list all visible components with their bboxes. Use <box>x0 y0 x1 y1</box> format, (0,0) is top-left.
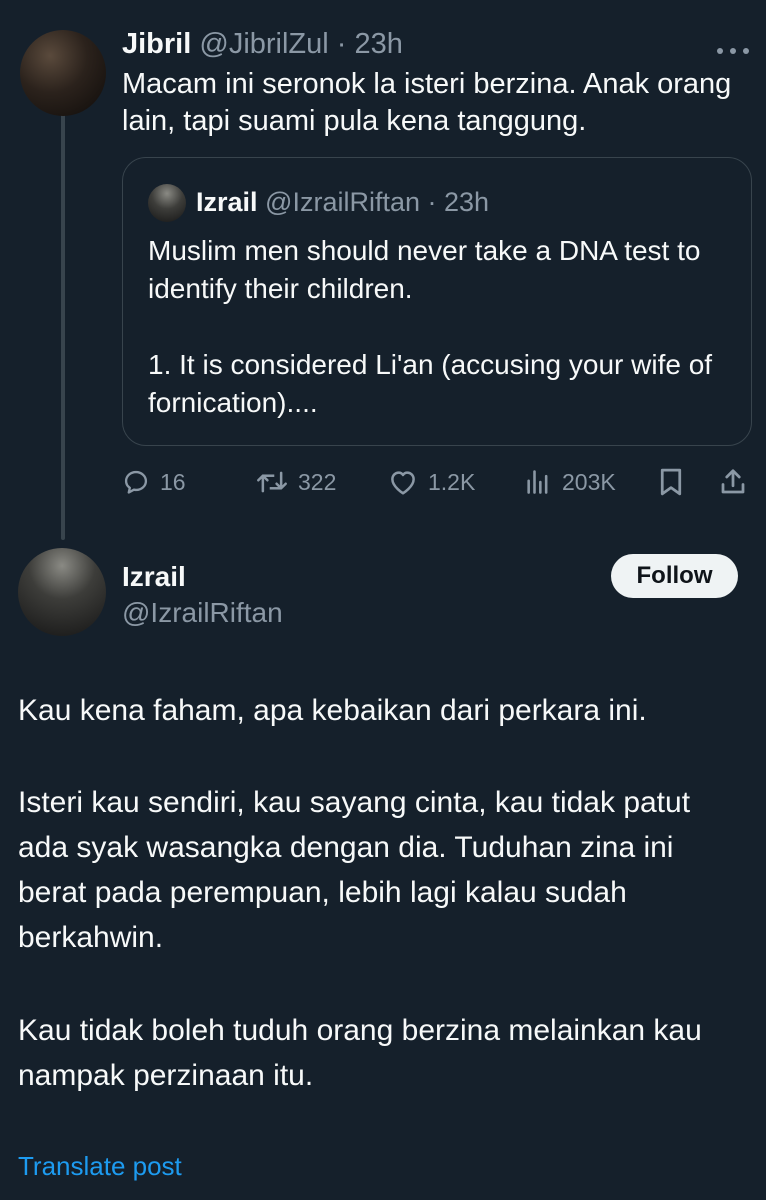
like-count: 1.2K <box>428 468 476 495</box>
reply-icon <box>124 470 148 494</box>
share-icon <box>721 469 745 494</box>
avatar[interactable] <box>20 30 106 116</box>
quoted-tweet-text: Muslim men should never take a DNA test … <box>148 232 738 422</box>
more-horizontal-icon[interactable] <box>716 30 750 64</box>
avatar <box>148 184 186 222</box>
author-handle[interactable]: @IzrailRiftan <box>122 596 283 630</box>
author-handle[interactable]: @JibrilZul <box>199 28 328 60</box>
tweet-paragraph: Isteri kau sendiri, kau sayang cinta, ka… <box>18 786 691 954</box>
quoted-tweet-header: Izrail @IzrailRiftan · 23h <box>196 184 489 220</box>
quoted-paragraph: Muslim men should never take a DNA test … <box>148 235 701 304</box>
tweet-paragraph: Kau kena faham, apa kebaikan dari perkar… <box>18 694 647 727</box>
tweet-text: Macam ini seronok la isteri berzina. Ana… <box>122 68 732 137</box>
views-button[interactable]: 203K <box>524 462 616 502</box>
reply-count: 16 <box>160 468 186 495</box>
tweet-paragraph: Kau tidak boleh tuduh orang berzina mela… <box>18 1014 702 1092</box>
quoted-paragraph: 1. It is considered Li'an (accusing your… <box>148 349 713 418</box>
like-icon <box>391 471 415 495</box>
share-button[interactable] <box>718 462 748 502</box>
repost-icon <box>257 471 287 493</box>
post-time[interactable]: 23h <box>355 28 403 60</box>
quoted-post-time: 23h <box>444 187 490 217</box>
translate-post-link[interactable]: Translate post <box>18 1149 182 1183</box>
avatar[interactable] <box>18 548 106 636</box>
tweet-header: Jibril @JibrilZul · 23h <box>122 26 403 62</box>
separator-dot: · <box>420 187 444 217</box>
author-name[interactable]: Jibril <box>122 28 191 60</box>
reply-button[interactable]: 16 <box>122 462 186 502</box>
quoted-author-name: Izrail <box>196 187 258 217</box>
author-name[interactable]: Izrail <box>122 560 186 594</box>
repost-count: 322 <box>298 468 337 495</box>
separator-dot: · <box>328 28 355 60</box>
views-icon <box>527 470 548 494</box>
bookmark-button[interactable] <box>658 462 684 502</box>
thread-connector-line <box>61 114 65 540</box>
follow-button[interactable]: Follow <box>611 554 738 598</box>
tweet-action-bar: 16 322 1.2K 203K <box>122 462 752 502</box>
bookmark-icon <box>660 468 682 496</box>
repost-button[interactable]: 322 <box>256 462 336 502</box>
like-button[interactable]: 1.2K <box>388 462 475 502</box>
quoted-author-handle: @IzrailRiftan <box>265 187 420 217</box>
views-count: 203K <box>562 468 616 495</box>
